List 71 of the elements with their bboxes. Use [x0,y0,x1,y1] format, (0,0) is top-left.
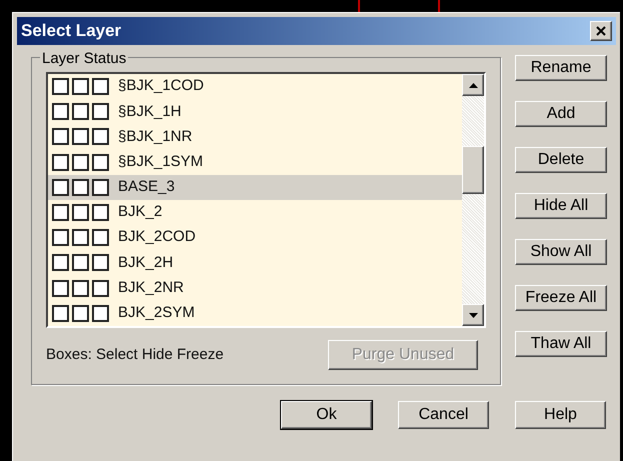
checkbox[interactable] [52,280,69,297]
checkbox[interactable] [72,204,89,222]
checkbox[interactable] [52,154,69,171]
side-button[interactable]: Delete [515,147,607,173]
checkbox[interactable] [72,254,89,272]
scroll-thumb[interactable] [462,146,484,194]
side-button[interactable]: Hide All [515,193,607,219]
checkbox[interactable] [52,128,69,146]
close-icon [596,26,606,36]
layer-row[interactable]: §BJK_1COD [48,74,462,100]
scroll-down-button[interactable] [462,304,484,326]
scrollbar[interactable] [462,74,484,326]
dialog-button[interactable]: Ok [281,401,372,429]
up-arrow-icon [468,82,478,88]
down-arrow-icon [468,312,478,318]
checkbox[interactable] [92,304,109,322]
checkbox[interactable] [92,254,109,272]
layer-name: §BJK_1H [118,102,182,122]
layer-name: §BJK_1SYM [118,152,204,172]
checkbox[interactable] [72,154,89,171]
scroll-up-button[interactable] [462,74,484,96]
side-button[interactable]: Add [515,101,607,127]
layer-name: §BJK_1COD [118,76,204,96]
layer-row[interactable]: BASE_3 [48,174,462,200]
checkbox[interactable] [52,103,69,120]
checkbox[interactable] [92,154,109,171]
dialog-button[interactable]: Help [515,401,606,429]
checkbox[interactable] [52,78,69,96]
checkbox[interactable] [92,128,109,146]
layer-row[interactable]: BJK_2COD [48,225,462,250]
checkbox[interactable] [72,304,89,322]
checkbox[interactable] [92,280,109,297]
close-button[interactable] [590,21,612,41]
layer-name: BJK_2H [118,252,174,273]
checkbox[interactable] [72,178,89,196]
layer-name: BJK_2NR [118,278,184,298]
side-button[interactable]: Show All [515,239,607,265]
layer-name: BJK_2 [118,202,162,222]
dialog-button[interactable]: Cancel [398,401,489,429]
checkbox[interactable] [92,229,109,246]
checkbox[interactable] [92,103,109,120]
layer-name: §BJK_1NR [118,126,192,147]
checkbox[interactable] [52,254,69,272]
layer-row[interactable]: BJK_2H [48,250,462,276]
layer-name: BJK_2COD [118,227,196,248]
side-button[interactable]: Thaw All [515,331,607,357]
checkbox[interactable] [72,78,89,96]
checkbox[interactable] [52,304,69,322]
legend-text: Boxes: Select Hide Freeze [46,344,224,365]
layer-row[interactable]: BJK_2SYM [48,300,462,326]
layer-name: BASE_3 [118,177,175,198]
checkbox[interactable] [92,204,109,222]
layer-row[interactable]: §BJK_1H [48,99,462,124]
checkbox[interactable] [52,204,69,222]
checkbox[interactable] [52,178,69,196]
checkbox[interactable] [72,103,89,120]
side-button[interactable]: Rename [515,55,607,81]
window-title: Select Layer [21,20,122,42]
checkbox[interactable] [72,229,89,246]
checkbox[interactable] [72,128,89,146]
checkbox[interactable] [52,229,69,246]
checkbox[interactable] [92,178,109,196]
side-button[interactable]: Freeze All [515,285,607,311]
layer-row[interactable]: BJK_2 [48,200,462,226]
checkbox[interactable] [72,280,89,297]
layer-row[interactable]: §BJK_1NR [48,124,462,150]
checkbox[interactable] [92,78,109,96]
layer-row[interactable]: §BJK_1SYM [48,150,462,175]
purge-button: Purge Unused [328,340,478,370]
layer-row[interactable]: BJK_2NR [48,276,462,301]
layer-name: BJK_2SYM [118,303,195,324]
